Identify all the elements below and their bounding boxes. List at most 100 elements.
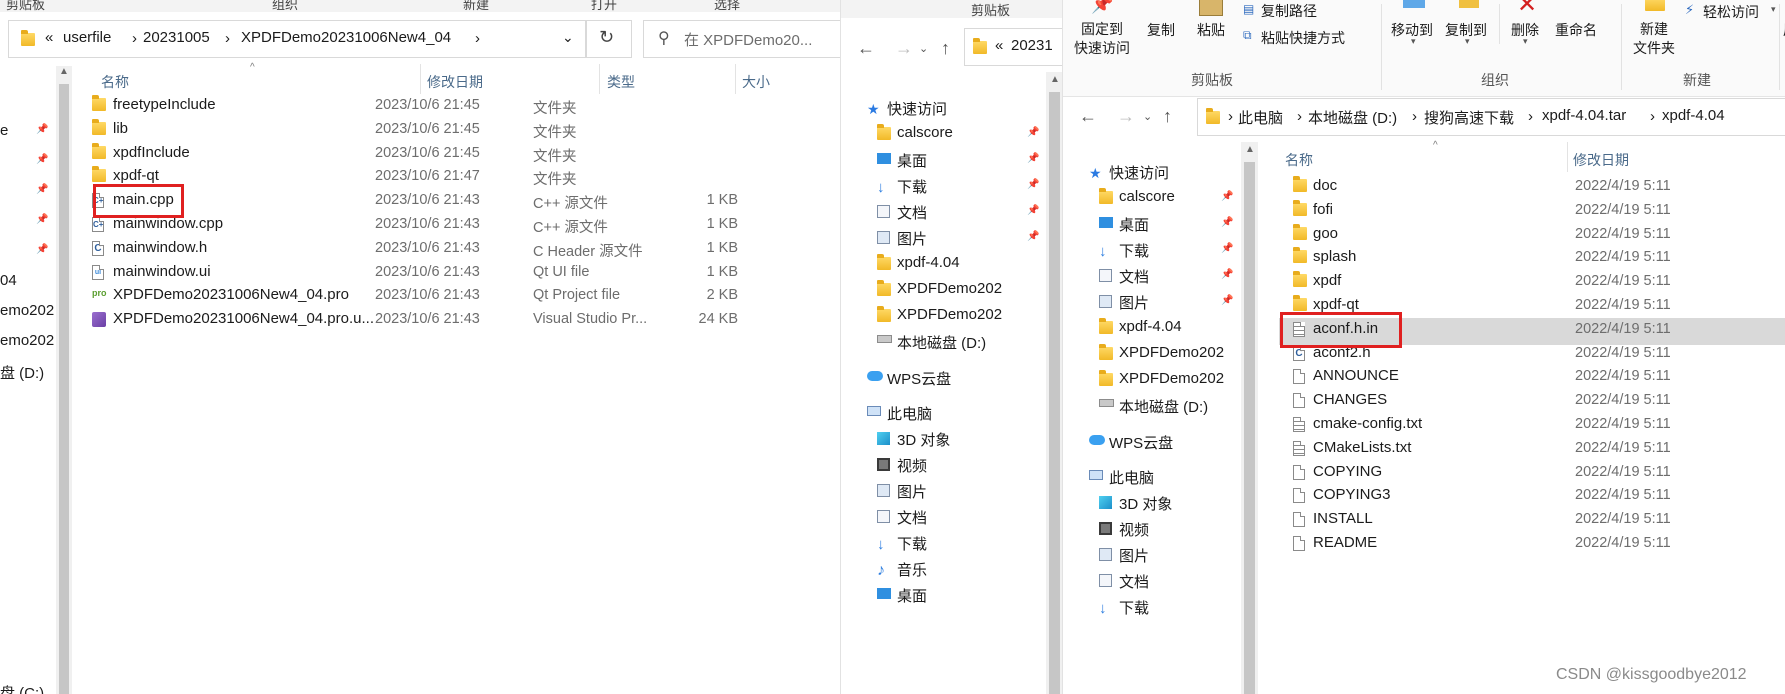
column-header-name[interactable]: 名称 xyxy=(101,72,129,92)
scroll-thumb[interactable] xyxy=(1049,92,1060,694)
nav-item[interactable]: XPDFDemo202 xyxy=(1063,342,1241,366)
nav-scrollbar[interactable]: ▲ xyxy=(56,66,72,694)
pin-quick-access-button[interactable]: 📌 固定到 快速访问 xyxy=(1073,0,1131,62)
breadcrumb-item[interactable]: XPDFDemo20231006New4_04 xyxy=(241,29,451,46)
file-row[interactable]: README 2022/4/19 5:11 xyxy=(1259,532,1785,555)
file-row[interactable]: cmake-config.txt 2022/4/19 5:11 xyxy=(1259,413,1785,436)
back-arrow-icon[interactable]: ← xyxy=(1079,106,1097,127)
breadcrumb-item[interactable]: xpdf-4.04 xyxy=(1662,107,1725,124)
nav-item[interactable]: 图片 xyxy=(1063,543,1241,567)
nav-item[interactable]: 此电脑 xyxy=(841,401,1046,425)
nav-item[interactable]: 3D 对象 xyxy=(841,427,1046,451)
file-row[interactable]: CMakeLists.txt 2022/4/19 5:11 xyxy=(1259,437,1785,460)
column-header-name[interactable]: 名称 xyxy=(1285,150,1313,170)
address-bar[interactable]: « userfile › 20231005 › XPDFDemo20231006… xyxy=(8,20,586,58)
file-row[interactable]: C+ mainwindow.cpp 2023/10/6 21:43 C++ 源文件 1 … xyxy=(72,213,840,236)
breadcrumb-overflow[interactable]: « xyxy=(995,37,1003,54)
file-row[interactable]: XPDFDemo20231006New4_04.pro.u... 2023/10/… xyxy=(72,308,840,331)
nav-item-label[interactable]: emo202 xyxy=(0,302,54,319)
breadcrumb-item[interactable]: 搜狗高速下载 xyxy=(1424,107,1514,128)
nav-item[interactable]: calscore 📌 xyxy=(841,122,1046,146)
nav-item[interactable]: WPS云盘 xyxy=(841,366,1046,390)
breadcrumb-item[interactable]: xpdf-4.04.tar xyxy=(1542,107,1626,124)
nav-item-label[interactable]: 盘 (D:) xyxy=(0,362,44,383)
paste-shortcut-button[interactable]: ⧉ 粘贴快捷方式 xyxy=(1241,26,1371,48)
up-arrow-icon[interactable]: ↑ xyxy=(941,38,950,59)
nav-scrollbar[interactable]: ▲ xyxy=(1046,72,1063,694)
scroll-up-icon[interactable]: ▲ xyxy=(1050,74,1060,85)
nav-item[interactable]: 本地磁盘 (D:) xyxy=(1063,394,1241,418)
nav-item-label[interactable]: 04 xyxy=(0,272,17,289)
nav-item[interactable]: XPDFDemo202 xyxy=(841,278,1046,302)
nav-item[interactable]: 图片 xyxy=(841,479,1046,503)
file-row[interactable]: COPYING 2022/4/19 5:11 xyxy=(1259,461,1785,484)
column-header-date[interactable]: 修改日期 xyxy=(427,72,483,92)
copy-path-button[interactable]: ▤ 复制路径 xyxy=(1241,0,1361,22)
breadcrumb-item[interactable]: 20231005 xyxy=(143,29,210,46)
forward-arrow-icon[interactable]: → xyxy=(1117,106,1135,127)
nav-item[interactable]: 3D 对象 xyxy=(1063,491,1241,515)
scroll-thumb[interactable] xyxy=(59,84,69,694)
nav-item[interactable]: xpdf-4.04 xyxy=(841,252,1046,276)
copy-to-button[interactable]: 复制到 ▾ xyxy=(1445,0,1495,46)
nav-item[interactable]: calscore 📌 xyxy=(1063,186,1241,210)
file-row[interactable]: ANNOUNCE 2022/4/19 5:11 xyxy=(1259,365,1785,388)
file-row[interactable]: lib 2023/10/6 21:45 文件夹 xyxy=(72,118,840,141)
nav-item[interactable]: ↓ 下载 xyxy=(841,531,1046,555)
column-header-date[interactable]: 修改日期 xyxy=(1573,150,1629,170)
breadcrumb-item[interactable]: userfile xyxy=(63,29,111,46)
nav-item[interactable]: 文档 xyxy=(1063,569,1241,593)
refresh-button[interactable]: ↻ xyxy=(586,20,632,58)
file-row[interactable]: INSTALL 2022/4/19 5:11 xyxy=(1259,508,1785,531)
file-row[interactable]: C+ main.cpp 2023/10/6 21:43 C++ 源文件 1 KB xyxy=(72,189,840,212)
move-to-button[interactable]: 移动到 ▾ xyxy=(1391,0,1441,46)
nav-item[interactable]: 文档 📌 xyxy=(1063,264,1241,288)
recent-locations-icon[interactable]: ⌄ xyxy=(1143,110,1152,123)
recent-locations-icon[interactable]: ⌄ xyxy=(919,42,928,55)
nav-item[interactable]: 图片 📌 xyxy=(841,226,1046,250)
nav-item[interactable]: 图片 📌 xyxy=(1063,290,1241,314)
file-row[interactable]: fofi 2022/4/19 5:11 xyxy=(1259,199,1785,222)
breadcrumb-item[interactable]: 此电脑 xyxy=(1238,107,1283,128)
back-arrow-icon[interactable]: ← xyxy=(857,38,875,59)
nav-item[interactable]: 视频 xyxy=(1063,517,1241,541)
copy-button[interactable]: 复制 xyxy=(1143,0,1183,42)
nav-item[interactable]: 桌面 📌 xyxy=(841,148,1046,172)
nav-item[interactable]: WPS云盘 xyxy=(1063,430,1241,454)
nav-item[interactable]: 此电脑 xyxy=(1063,465,1241,489)
delete-button[interactable]: ✕ 删除 ▾ xyxy=(1505,0,1549,46)
column-header-size[interactable]: 大小 xyxy=(742,72,770,92)
nav-item[interactable]: XPDFDemo202 xyxy=(841,304,1046,328)
file-row[interactable]: goo 2022/4/19 5:11 xyxy=(1259,223,1785,246)
file-row[interactable]: ui mainwindow.ui 2023/10/6 21:43 Qt UI file… xyxy=(72,261,840,284)
file-row[interactable]: freetypeInclude 2023/10/6 21:45 文件夹 xyxy=(72,94,840,117)
breadcrumb-item[interactable]: 20231 xyxy=(1011,37,1053,54)
paste-button[interactable]: 粘贴 xyxy=(1189,0,1237,42)
nav-item[interactable]: 视频 xyxy=(841,453,1046,477)
file-row[interactable]: splash 2022/4/19 5:11 xyxy=(1259,246,1785,269)
nav-item[interactable]: ↓ 下载 xyxy=(1063,595,1241,619)
breadcrumb-overflow[interactable]: « xyxy=(45,29,53,46)
nav-item[interactable]: 桌面 📌 xyxy=(1063,212,1241,236)
nav-item-label[interactable]: emo202 xyxy=(0,332,54,349)
nav-item[interactable]: XPDFDemo202 xyxy=(1063,368,1241,392)
search-box[interactable]: ⚲ 在 XPDFDemo20... xyxy=(643,20,840,58)
nav-item[interactable]: 本地磁盘 (D:) xyxy=(841,330,1046,354)
address-bar[interactable]: › 此电脑 › 本地磁盘 (D:) › 搜狗高速下载 › xpdf-4.04.t… xyxy=(1197,98,1785,136)
forward-arrow-icon[interactable]: → xyxy=(895,38,913,59)
up-arrow-icon[interactable]: ↑ xyxy=(1163,106,1172,127)
nav-item[interactable]: ★ 快速访问 xyxy=(1063,160,1241,184)
file-row[interactable]: xpdfInclude 2023/10/6 21:45 文件夹 xyxy=(72,142,840,165)
scroll-up-icon[interactable]: ▲ xyxy=(59,66,69,77)
nav-item-label[interactable]: e xyxy=(0,122,8,139)
file-row[interactable]: Cmainwindow.h 2023/10/6 21:43 C Header 源文件… xyxy=(72,237,840,260)
nav-scrollbar[interactable]: ▲ xyxy=(1241,142,1258,694)
nav-item-label[interactable]: 盘 (C:) xyxy=(0,682,44,694)
breadcrumb-item[interactable]: 本地磁盘 (D:) xyxy=(1308,107,1397,128)
nav-item[interactable]: xpdf-4.04 xyxy=(1063,316,1241,340)
nav-item[interactable]: 文档 xyxy=(841,505,1046,529)
file-row[interactable]: xpdf-qt 2023/10/6 21:47 文件夹 xyxy=(72,165,840,188)
file-row[interactable]: COPYING3 2022/4/19 5:11 xyxy=(1259,484,1785,507)
file-row[interactable]: xpdf 2022/4/19 5:11 xyxy=(1259,270,1785,293)
scroll-thumb[interactable] xyxy=(1244,162,1255,694)
